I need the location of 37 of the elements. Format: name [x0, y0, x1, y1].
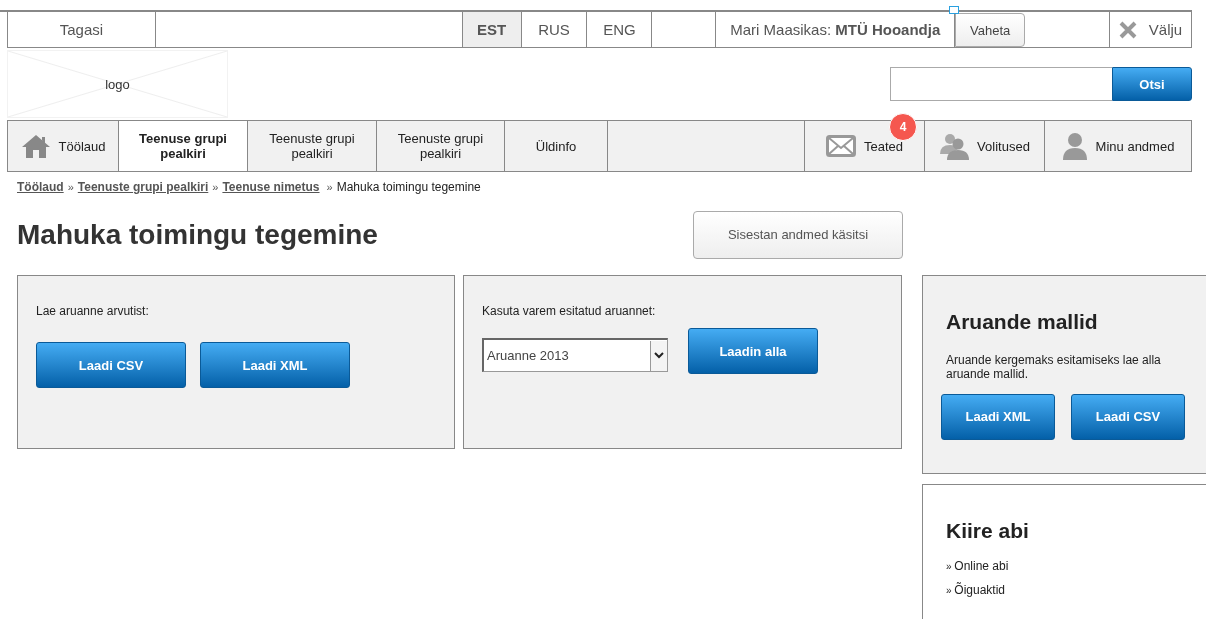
caret-icon — [654, 352, 664, 359]
download-button[interactable]: Laadin alla — [688, 328, 818, 374]
breadcrumb-link[interactable]: Töölaud — [17, 180, 64, 194]
report-select[interactable]: Aruanne 2013 — [482, 338, 668, 372]
download-button[interactable]: Laadi XML — [941, 393, 1055, 440]
panel-label: Lae aruanne arvutist: — [36, 304, 149, 318]
search-button[interactable]: Otsi — [1112, 67, 1192, 101]
panel-text: Aruande kergemaks esitamiseks lae alla aruande mallid. — [946, 354, 1162, 382]
close-icon — [1118, 20, 1137, 39]
notification-badge: 4 — [889, 113, 917, 141]
breadcrumb-separator: » — [67, 181, 74, 193]
nav-tab[interactable]: Teenuse grupi pealkiri — [119, 121, 248, 171]
manual-entry-button[interactable]: Sisestan andmed käsitsi — [693, 210, 903, 259]
two-people-icon — [939, 132, 970, 160]
help-link[interactable]: » Õiguaktid — [946, 583, 1006, 597]
panel-label: Kasuta varem esitatud aruannet: — [482, 304, 656, 318]
switch-button[interactable]: Vaheta — [955, 13, 1026, 47]
user-name: Mari Maasikas: MTÜ Hooandja — [730, 21, 941, 38]
envelope-icon — [825, 134, 856, 158]
logo-label: logo — [105, 76, 130, 92]
page-title: Mahuka toimingu tegemine — [17, 218, 378, 251]
download-button[interactable]: Laadi CSV — [36, 342, 186, 388]
person-icon — [1061, 132, 1088, 160]
language-tab[interactable]: EST — [462, 12, 522, 47]
panel-heading: Aruande mallid — [946, 310, 1098, 334]
breadcrumb-link[interactable]: Teenuste grupi pealkiri — [77, 180, 209, 194]
search-field[interactable] — [890, 67, 1112, 101]
breadcrumb-separator: » — [326, 181, 333, 193]
download-button[interactable]: Laadi XML — [200, 342, 350, 388]
breadcrumb-separator: » — [212, 181, 219, 193]
current-page: Mahuka toimingu tegemine — [336, 180, 481, 194]
download-button[interactable]: Laadi CSV — [1071, 393, 1185, 440]
house-icon — [20, 134, 51, 158]
breadcrumb-link[interactable]: Teenuse nimetus — [222, 180, 320, 194]
help-link[interactable]: » Online abi — [946, 559, 1009, 573]
marker-icon — [949, 6, 960, 14]
panel-heading: Kiire abi — [946, 519, 1029, 543]
